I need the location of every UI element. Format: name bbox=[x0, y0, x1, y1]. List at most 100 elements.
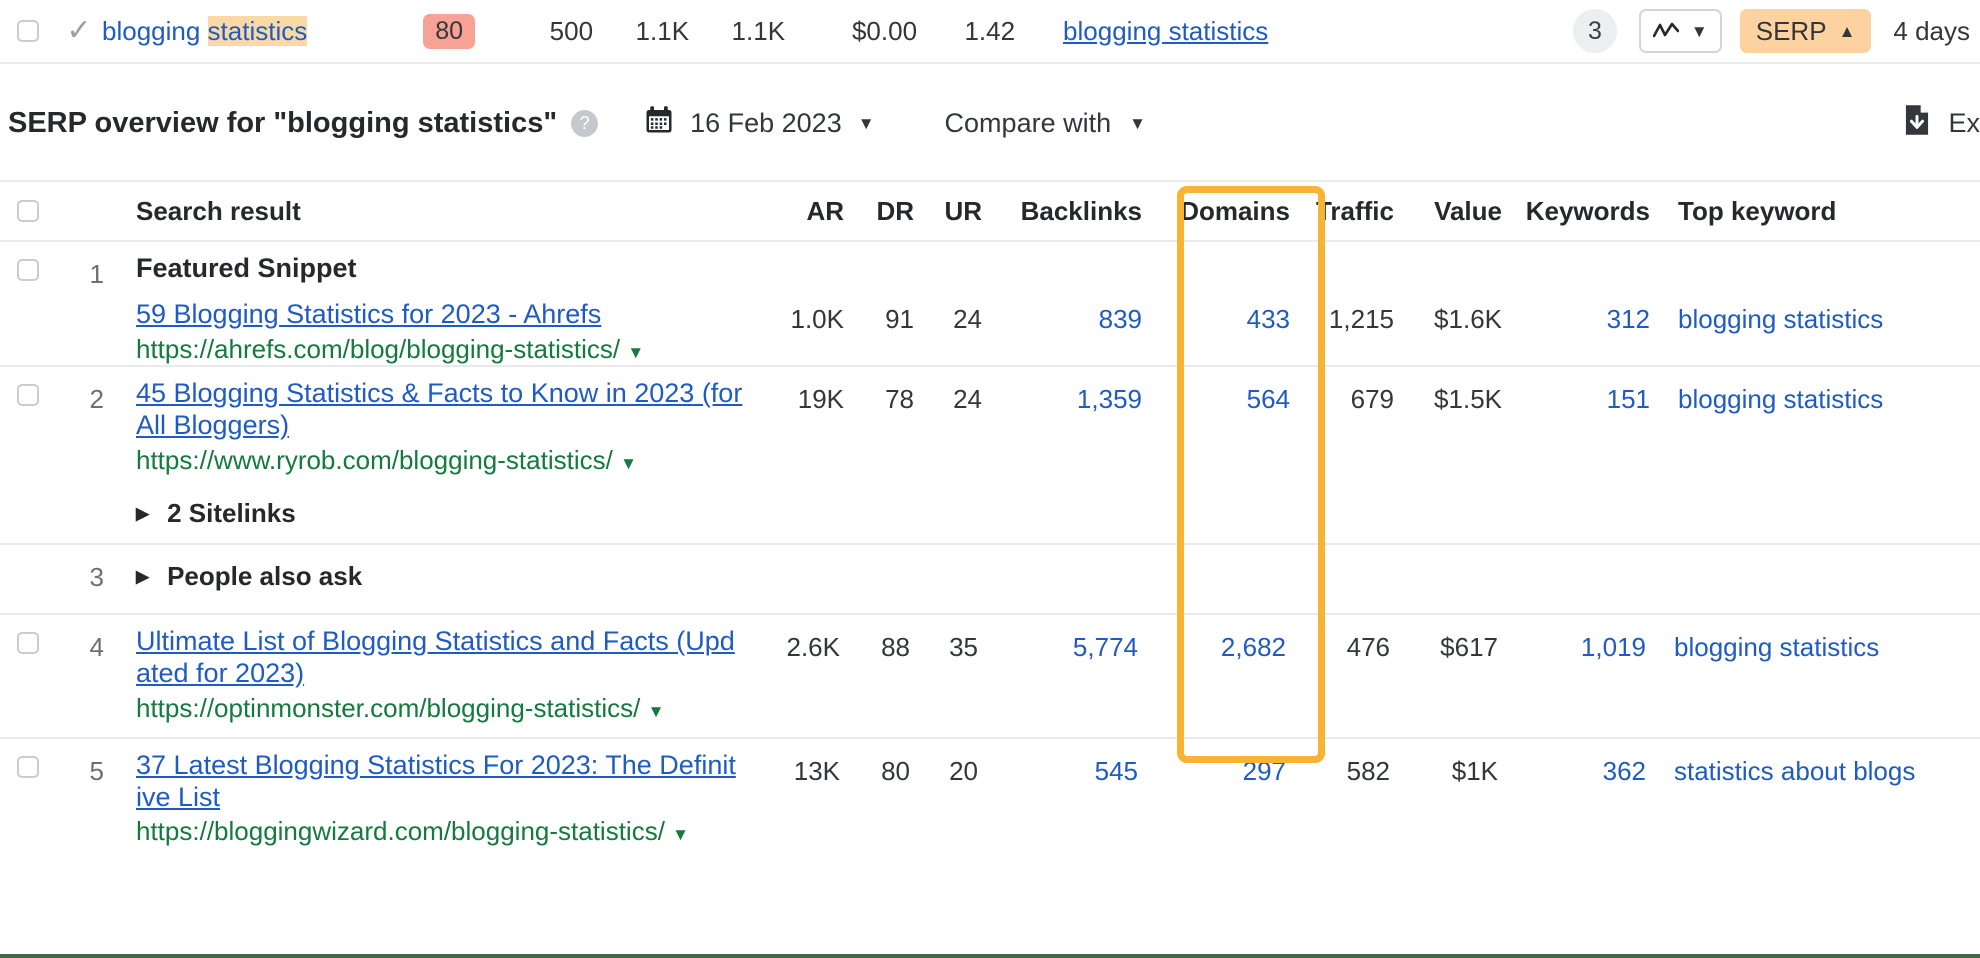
cell-top-keyword bbox=[1650, 545, 1980, 562]
chevron-down-icon: ▼ bbox=[858, 115, 875, 132]
triangle-right-icon: ▶ bbox=[136, 567, 149, 587]
cell-keywords[interactable]: 362 bbox=[1498, 739, 1646, 787]
cell-ar: 2.6K bbox=[752, 615, 840, 663]
table-row: 4 Ultimate List of Blogging Statistics a… bbox=[0, 613, 1980, 736]
cell-top-keyword[interactable]: blogging statistics bbox=[1650, 242, 1980, 335]
row-select-checkbox[interactable] bbox=[17, 756, 39, 778]
sitelinks-label: 2 Sitelinks bbox=[167, 498, 296, 529]
cell-keywords[interactable]: 151 bbox=[1502, 367, 1650, 415]
compare-with-dropdown[interactable]: Compare with ▼ bbox=[945, 108, 1146, 139]
chevron-down-icon[interactable]: ▼ bbox=[627, 343, 644, 362]
chevron-down-icon: ▼ bbox=[1129, 115, 1146, 132]
cell-domains[interactable]: 297 bbox=[1138, 739, 1286, 787]
cpc-value: $0.00 bbox=[785, 16, 917, 47]
cell-ur: 24 bbox=[914, 367, 982, 415]
position-badge: 3 bbox=[1573, 9, 1617, 53]
row-checkbox-cell bbox=[0, 545, 56, 562]
result-url-text: https://bloggingwizard.com/blogging-stat… bbox=[136, 816, 665, 846]
triangle-right-icon: ▶ bbox=[136, 504, 149, 524]
cell-value bbox=[1394, 545, 1502, 562]
chevron-down-icon[interactable]: ▼ bbox=[648, 702, 665, 721]
header-dr[interactable]: DR bbox=[844, 196, 914, 227]
result-url[interactable]: https://bloggingwizard.com/blogging-stat… bbox=[136, 815, 740, 848]
bottom-border bbox=[0, 954, 1980, 958]
result-title-link[interactable]: 37 Latest Blogging Statistics For 2023: … bbox=[136, 750, 736, 812]
cell-keywords bbox=[1502, 545, 1650, 562]
calendar-icon bbox=[644, 105, 674, 142]
row-select-checkbox[interactable] bbox=[17, 384, 39, 406]
result-title-link[interactable]: Ultimate List of Blogging Statistics and… bbox=[136, 626, 735, 688]
trend-dropdown-button[interactable]: ▼ bbox=[1639, 9, 1722, 53]
page-title: SERP overview for "blogging statistics" bbox=[8, 107, 557, 140]
cell-dr: 80 bbox=[840, 739, 910, 787]
row-select-checkbox[interactable] bbox=[17, 259, 39, 281]
select-all-checkbox[interactable] bbox=[17, 200, 39, 222]
result-url[interactable]: https://optinmonster.com/blogging-statis… bbox=[136, 692, 740, 725]
keyword-highlight: statistics bbox=[208, 16, 308, 46]
result-title-link[interactable]: 45 Blogging Statistics & Facts to Know i… bbox=[136, 378, 742, 440]
metric-3-value: 1.1K bbox=[689, 16, 785, 47]
row-rank: 3 bbox=[56, 545, 104, 593]
check-icon[interactable]: ✓ bbox=[56, 16, 102, 46]
volume-value: 500 bbox=[475, 16, 593, 47]
header-search-result[interactable]: Search result bbox=[104, 196, 756, 227]
table-row: 5 37 Latest Blogging Statistics For 2023… bbox=[0, 737, 1980, 860]
keyword-link[interactable]: blogging statistics bbox=[102, 16, 307, 47]
serp-feature-label: People also ask bbox=[167, 561, 362, 592]
row-rank: 5 bbox=[56, 739, 104, 787]
header-traffic[interactable]: Traffic bbox=[1290, 196, 1394, 227]
cell-dr: 78 bbox=[844, 367, 914, 415]
chevron-down-icon: ▼ bbox=[1691, 23, 1708, 40]
serp-button-label: SERP bbox=[1756, 16, 1827, 47]
cell-top-keyword[interactable]: statistics about blogs bbox=[1646, 739, 1976, 787]
result-url[interactable]: https://www.ryrob.com/blogging-statistic… bbox=[136, 444, 744, 477]
serp-toggle-button[interactable]: SERP ▲ bbox=[1740, 9, 1872, 53]
cell-domains[interactable]: 564 bbox=[1142, 367, 1290, 415]
people-also-ask-toggle[interactable]: ▶ People also ask bbox=[136, 561, 744, 592]
header-keywords[interactable]: Keywords bbox=[1502, 196, 1650, 227]
cps-value: 1.42 bbox=[917, 16, 1015, 47]
cell-ur: 35 bbox=[910, 615, 978, 663]
row-checkbox-cell bbox=[0, 367, 56, 406]
metric-2-value: 1.1K bbox=[593, 16, 689, 47]
table-row: 3 ▶ People also ask bbox=[0, 543, 1980, 613]
cell-keywords[interactable]: 1,019 bbox=[1498, 615, 1646, 663]
sitelinks-toggle[interactable]: ▶ 2 Sitelinks bbox=[136, 498, 744, 529]
export-button[interactable]: Ex bbox=[1902, 104, 1980, 143]
cell-keywords[interactable]: 312 bbox=[1502, 242, 1650, 335]
cell-top-keyword[interactable]: blogging statistics bbox=[1646, 615, 1976, 663]
result-title-link[interactable]: 59 Blogging Statistics for 2023 - Ahrefs bbox=[136, 299, 601, 329]
parent-topic-link[interactable]: blogging statistics bbox=[1063, 16, 1268, 47]
row-search-result: 37 Latest Blogging Statistics For 2023: … bbox=[104, 739, 752, 860]
cell-traffic: 582 bbox=[1286, 739, 1390, 787]
cell-domains[interactable]: 2,682 bbox=[1138, 615, 1286, 663]
row-search-result: 45 Blogging Statistics & Facts to Know i… bbox=[104, 367, 756, 543]
cell-top-keyword[interactable]: blogging statistics bbox=[1650, 367, 1980, 415]
cell-backlinks[interactable]: 1,359 bbox=[982, 367, 1142, 415]
row-select-checkbox[interactable] bbox=[17, 20, 39, 42]
cell-ur bbox=[914, 545, 982, 562]
header-value[interactable]: Value bbox=[1394, 196, 1502, 227]
result-url-text: https://ahrefs.com/blog/blogging-statist… bbox=[136, 334, 620, 364]
download-icon bbox=[1902, 104, 1932, 143]
cell-backlinks[interactable]: 839 bbox=[982, 242, 1142, 335]
help-icon[interactable]: ? bbox=[571, 110, 598, 137]
row-search-result: Ultimate List of Blogging Statistics and… bbox=[104, 615, 752, 736]
header-backlinks[interactable]: Backlinks bbox=[982, 196, 1142, 227]
row-rank: 2 bbox=[56, 367, 104, 415]
row-select-checkbox[interactable] bbox=[17, 632, 39, 654]
header-top-keyword[interactable]: Top keyword bbox=[1650, 196, 1980, 227]
header-ar[interactable]: AR bbox=[756, 196, 844, 227]
cell-domains[interactable]: 433 bbox=[1142, 242, 1290, 335]
date-picker[interactable]: 16 Feb 2023 ▼ bbox=[644, 105, 874, 142]
cell-traffic: 476 bbox=[1286, 615, 1390, 663]
cell-backlinks[interactable]: 5,774 bbox=[978, 615, 1138, 663]
cell-dr: 91 bbox=[844, 242, 914, 335]
chevron-down-icon[interactable]: ▼ bbox=[672, 825, 689, 844]
header-ur[interactable]: UR bbox=[914, 196, 982, 227]
header-domains[interactable]: Domains bbox=[1142, 196, 1290, 227]
chevron-down-icon[interactable]: ▼ bbox=[620, 454, 637, 473]
compare-with-label: Compare with bbox=[945, 108, 1112, 139]
result-url[interactable]: https://ahrefs.com/blog/blogging-statist… bbox=[136, 333, 744, 366]
cell-backlinks[interactable]: 545 bbox=[978, 739, 1138, 787]
